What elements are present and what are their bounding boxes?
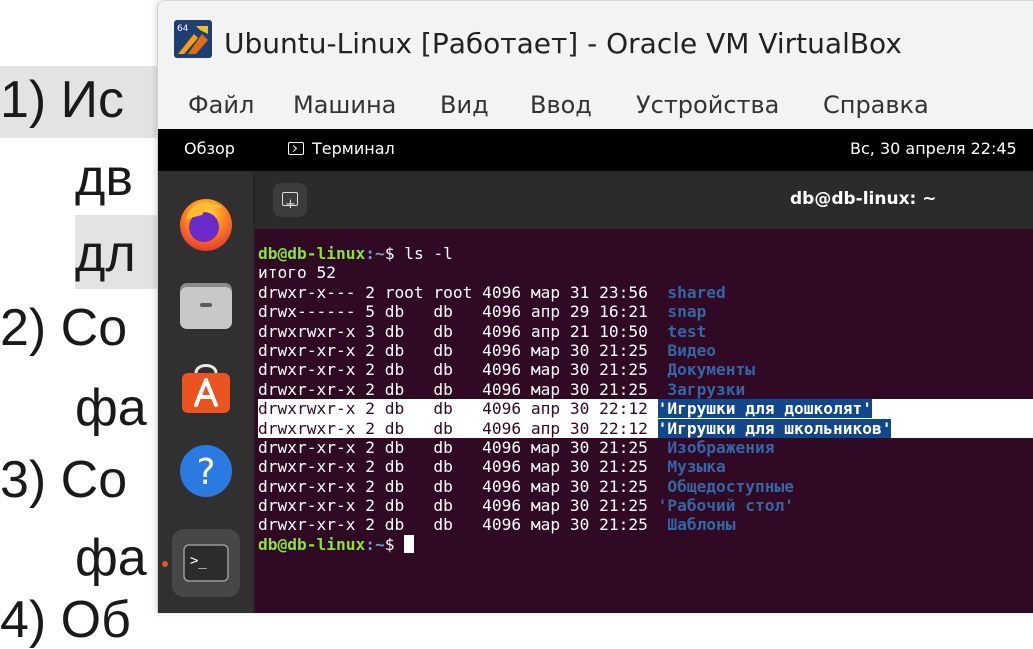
terminal-output[interactable]: db@db-linux:~$ ls -l итого 52 drwxr-x---… (258, 244, 1033, 554)
prompt-path: :~ (365, 244, 385, 263)
listing-row: drwxr-xr-x 2 db db 4096 мар 30 21:25 Док… (258, 360, 1033, 379)
terminal-title: db@db-linux: ~ (790, 189, 937, 209)
entry-meta: drwxrwxr-x 3 db db 4096 апр 21 10:50 (258, 321, 668, 341)
entry-name[interactable]: shared (667, 283, 725, 302)
dock-item-terminal[interactable]: >_ (172, 529, 240, 597)
slide-line: фа (75, 379, 147, 437)
entry-name[interactable]: 'Рабочий стол' (658, 496, 794, 515)
menu-file[interactable]: Файл (188, 91, 254, 119)
listing: drwxr-x--- 2 root root 4096 мар 31 23:56… (258, 283, 1033, 535)
entry-name[interactable]: 'Игрушки для школьников' (657, 418, 892, 438)
listing-row: drwx------ 5 db db 4096 апр 29 16:21 sna… (258, 302, 1033, 321)
listing-row: drwxr-xr-x 2 db db 4096 мар 30 21:25 'Ра… (258, 496, 1033, 515)
dock-item-help[interactable]: ? (172, 437, 240, 505)
slide-line: дл (75, 225, 136, 283)
slide-line: 3) Со (0, 451, 128, 509)
firefox-icon (180, 199, 232, 251)
window-title: Ubuntu-Linux [Работает] - Oracle VM Virt… (224, 27, 902, 60)
prompt-user: db@db-linux (258, 244, 366, 263)
entry-meta: drwxr-xr-x 2 db db 4096 мар 30 21:25 (258, 437, 668, 457)
ubuntu-dock: ? >_ (158, 171, 253, 613)
menu-machine[interactable]: Машина (293, 91, 396, 119)
entry-meta: drwxr-xr-x 2 db db 4096 мар 30 21:25 (258, 340, 668, 360)
listing-row: drwxr-xr-x 2 db db 4096 мар 30 21:25 Муз… (258, 457, 1033, 476)
listing-row: drwxr-xr-x 2 db db 4096 мар 30 21:25 Вид… (258, 341, 1033, 360)
help-glyph: ? (196, 452, 215, 493)
logo-badge: 64 (177, 24, 189, 34)
menu-input[interactable]: Ввод (530, 91, 592, 119)
prompt-symbol: $ (384, 244, 405, 263)
listing-row: drwxr-x--- 2 root root 4096 мар 31 23:56… (258, 283, 1033, 302)
menu-view[interactable]: Вид (440, 91, 489, 119)
terminal-small-icon (288, 142, 304, 155)
terminal-window[interactable]: db@db-linux: ~ db@db-linux:~$ ls -l итог… (255, 171, 1033, 613)
new-tab-icon (282, 188, 298, 222)
gnome-top-bar: Обзор Терминал Вс, 30 апреля 22:45 (158, 129, 1033, 171)
entry-name[interactable]: Документы (667, 360, 755, 379)
virtualbox-window[interactable]: 64 Ubuntu-Linux [Работает] - Oracle VM V… (157, 0, 1033, 613)
entry-name[interactable]: Загрузки (667, 380, 745, 399)
help-icon: ? (180, 445, 232, 497)
entry-meta: drwxrwxr-x 2 db db 4096 апр 30 22:12 (258, 399, 658, 419)
entry-meta: drwx------ 5 db db 4096 апр 29 16:21 (258, 302, 668, 322)
guest-screen[interactable]: Обзор Терминал Вс, 30 апреля 22:45 ? >_ … (158, 129, 1033, 613)
prompt-line: db@db-linux:~$ ls -l (258, 244, 1033, 263)
slide-line: 4) Об (0, 591, 131, 649)
entry-meta: drwxr-xr-x 2 db db 4096 мар 30 21:25 (258, 360, 668, 380)
entry-meta: drwxr-x--- 2 root root 4096 мар 31 23:56 (258, 282, 668, 302)
menu-help[interactable]: Справка (823, 91, 929, 119)
entry-name[interactable]: Изображения (667, 438, 774, 457)
entry-name[interactable]: Шаблоны (667, 515, 735, 534)
entry-name[interactable]: Музыка (667, 457, 725, 476)
entry-name[interactable]: Видео (667, 341, 716, 360)
dock-item-app-center[interactable] (172, 353, 240, 421)
dock-item-firefox[interactable] (172, 189, 240, 257)
entry-name[interactable]: 'Игрушки для дошколят' (657, 399, 872, 419)
entry-name[interactable]: test (667, 322, 706, 341)
prompt-symbol: $ (384, 534, 405, 554)
listing-row: drwxrwxr-x 2 db db 4096 апр 30 22:12 'Иг… (258, 418, 1033, 438)
active-app-menu[interactable]: Терминал (288, 139, 395, 158)
window-titlebar[interactable]: 64 Ubuntu-Linux [Работает] - Oracle VM V… (158, 1, 1033, 81)
prompt-path: :~ (365, 534, 385, 554)
entry-meta: drwxrwxr-x 2 db db 4096 апр 30 22:12 (258, 418, 658, 438)
entry-meta: drwxr-xr-x 2 db db 4096 мар 30 21:25 (258, 496, 658, 516)
dock-item-files[interactable] (172, 271, 240, 339)
listing-row: drwxrwxr-x 2 db db 4096 апр 30 22:12 'Иг… (258, 399, 1033, 419)
activities-button[interactable]: Обзор (184, 139, 235, 158)
clock[interactable]: Вс, 30 апреля 22:45 (850, 139, 1017, 158)
listing-row: drwxr-xr-x 2 db db 4096 мар 30 21:25 Общ… (258, 477, 1033, 496)
terminal-glyph: >_ (190, 553, 207, 569)
slide-line: 2) Со (0, 299, 128, 357)
terminal-header[interactable]: db@db-linux: ~ (255, 171, 1033, 229)
virtualbox-logo-icon: 64 (174, 20, 212, 58)
listing-row: drwxr-xr-x 2 db db 4096 мар 30 21:25 Шаб… (258, 515, 1033, 534)
entry-meta: drwxr-xr-x 2 db db 4096 мар 30 21:25 (258, 515, 668, 535)
entry-name[interactable]: snap (667, 302, 706, 321)
new-tab-button[interactable] (273, 183, 307, 222)
total-line: итого 52 (258, 263, 336, 283)
files-icon (180, 283, 232, 329)
text-cursor (404, 534, 415, 553)
menu-bar: Файл Машина Вид Ввод Устройства Справка (158, 83, 1033, 129)
listing-row: drwxrwxr-x 3 db db 4096 апр 21 10:50 tes… (258, 322, 1033, 341)
command-text: ls -l (404, 244, 453, 263)
app-center-icon (182, 364, 230, 413)
running-indicator (162, 561, 168, 567)
menu-devices[interactable]: Устройства (636, 91, 779, 119)
listing-row: drwxr-xr-x 2 db db 4096 мар 30 21:25 Заг… (258, 380, 1033, 399)
entry-meta: drwxr-xr-x 2 db db 4096 мар 30 21:25 (258, 379, 668, 399)
prompt-user: db@db-linux (258, 534, 366, 554)
terminal-icon: >_ (183, 544, 229, 582)
active-app-label: Терминал (312, 139, 395, 158)
slide-line: 1) Ис (0, 71, 125, 129)
entry-meta: drwxr-xr-x 2 db db 4096 мар 30 21:25 (258, 457, 668, 477)
listing-row: drwxr-xr-x 2 db db 4096 мар 30 21:25 Изо… (258, 438, 1033, 457)
slide-line: фа (75, 529, 147, 587)
slide-line: дв (75, 149, 133, 207)
entry-meta: drwxr-xr-x 2 db db 4096 мар 30 21:25 (258, 476, 668, 496)
entry-name[interactable]: Общедоступные (667, 477, 794, 496)
prompt-line: db@db-linux:~$ (258, 534, 1033, 554)
